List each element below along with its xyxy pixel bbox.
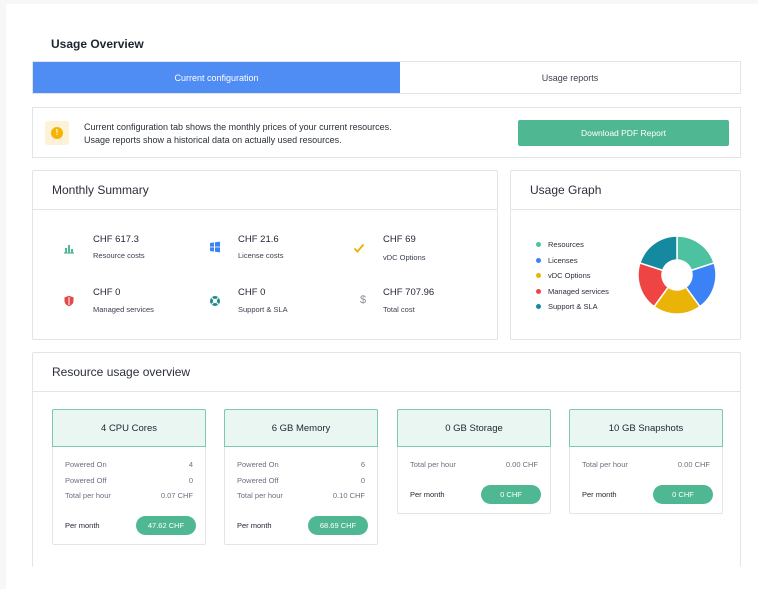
- resource-row: Total per hour 0.00 CHF: [570, 457, 722, 473]
- info-line-2: Usage reports show a historical data on …: [84, 134, 342, 145]
- summary-value: CHF 69: [383, 234, 416, 245]
- resource-row: Powered Off 0: [225, 473, 377, 489]
- row-value: 0: [360, 475, 365, 485]
- row-label: Total per hour: [582, 460, 628, 470]
- resource-card-title: 0 GB Storage: [397, 409, 551, 447]
- tab-current-configuration[interactable]: Current configuration: [33, 62, 400, 93]
- lifebuoy-icon: [210, 296, 220, 306]
- resource-card-cpu: 4 CPU Cores Powered On 4 Powered Off 0 Tot…: [52, 409, 206, 545]
- row-label: Powered On: [65, 460, 107, 470]
- legend-item: Resources: [536, 240, 609, 256]
- row-label: Powered Off: [65, 475, 107, 485]
- row-label: Total per hour: [237, 491, 283, 501]
- resource-usage-card: Resource usage overview 4 CPU Cores Powe…: [32, 352, 741, 567]
- row-label: Total per hour: [65, 491, 111, 501]
- resource-row: Powered On 6: [225, 457, 377, 473]
- usage-graph-title: Usage Graph: [511, 171, 740, 210]
- summary-value: CHF 21.6: [238, 234, 279, 245]
- legend-label: Licenses: [548, 255, 578, 265]
- per-month-label: Per month: [410, 490, 445, 499]
- summary-value: CHF 617.3: [93, 234, 139, 245]
- shield-icon: [64, 295, 74, 307]
- legend-label: Managed services: [548, 286, 609, 296]
- resource-card-title: 10 GB Snapshots: [569, 409, 723, 447]
- legend-dot: [536, 288, 541, 294]
- row-label: Total per hour: [410, 460, 456, 470]
- legend-label: vDC Options: [548, 271, 591, 280]
- resource-card-storage: 0 GB Storage Total per hour 0.00 CHF Per …: [397, 409, 551, 514]
- resource-row: Total per hour 0.07 CHF: [53, 488, 205, 504]
- info-banner: ! Current configuration tab shows the mo…: [32, 107, 741, 158]
- resource-usage-title: Resource usage overview: [33, 353, 740, 392]
- graph-legend: Resources Licenses vDC Options Managed s…: [536, 240, 609, 318]
- per-month-row: Per month 68.69 CHF: [225, 514, 377, 538]
- donut-slice-support-sla: [638, 235, 678, 272]
- per-month-pill[interactable]: 68.69 CHF: [308, 516, 368, 535]
- summary-value: CHF 0: [238, 287, 266, 298]
- resource-row: Powered Off 0: [53, 473, 205, 489]
- resource-card-snapshots: 10 GB Snapshots Total per hour 0.00 CHF P…: [569, 409, 723, 514]
- usage-graph-card: Usage Graph Resources Licenses vDC Optio…: [510, 170, 741, 340]
- per-month-pill[interactable]: 0 CHF: [481, 485, 541, 504]
- info-line-1: Current configuration tab shows the mont…: [84, 122, 392, 132]
- resource-row: Total per hour 0.00 CHF: [398, 457, 550, 473]
- resource-card-title: 6 GB Memory: [224, 409, 378, 447]
- legend-dot: [536, 273, 541, 278]
- legend-item: Managed services: [536, 287, 609, 303]
- row-value: 0.10 CHF: [332, 491, 365, 501]
- row-label: Powered On: [237, 460, 279, 470]
- summary-label: Resource costs: [93, 251, 145, 260]
- summary-value: CHF 707.96: [383, 287, 435, 298]
- row-value: 0: [188, 475, 193, 485]
- monthly-summary-card: Monthly Summary CHF 617.3 Resource costs…: [32, 170, 498, 340]
- row-value: 0.07 CHF: [160, 491, 193, 501]
- legend-label: Resources: [548, 240, 584, 249]
- usage-donut-chart: [637, 235, 717, 315]
- resource-card-memory: 6 GB Memory Powered On 6 Powered Off 0 Tot…: [224, 409, 378, 545]
- dollar-icon: $: [359, 294, 367, 306]
- legend-dot: [536, 257, 541, 263]
- per-month-label: Per month: [582, 490, 617, 499]
- legend-label: Support & SLA: [548, 302, 598, 311]
- row-value: 6: [360, 460, 365, 470]
- legend-dot: [536, 242, 541, 247]
- per-month-row: Per month 47.62 CHF: [53, 514, 205, 538]
- windows-icon: [210, 241, 220, 253]
- row-value: 0.00 CHF: [505, 460, 538, 470]
- tab-bar: Current configuration Usage reports: [32, 61, 741, 94]
- row-value: 4: [188, 460, 193, 470]
- row-label: Powered Off: [237, 475, 279, 485]
- summary-value: CHF 0: [93, 287, 121, 298]
- resource-card-title: 4 CPU Cores: [52, 409, 206, 447]
- per-month-row: Per month 0 CHF: [398, 483, 550, 507]
- info-icon: !: [51, 127, 63, 139]
- download-pdf-button[interactable]: Download PDF Report: [518, 120, 729, 146]
- per-month-row: Per month 0 CHF: [570, 483, 722, 507]
- summary-label: Managed services: [93, 305, 154, 314]
- info-icon-wrapper: !: [45, 121, 69, 145]
- check-icon: [353, 243, 365, 253]
- info-text: Current configuration tab shows the mont…: [84, 121, 392, 146]
- row-value: 0.00 CHF: [677, 460, 710, 470]
- resource-row: Powered On 4: [53, 457, 205, 473]
- summary-label: Support & SLA: [238, 305, 288, 314]
- legend-item: vDC Options: [536, 271, 609, 287]
- resource-row: Total per hour 0.10 CHF: [225, 488, 377, 504]
- legend-item: Support & SLA: [536, 302, 609, 318]
- legend-item: Licenses: [536, 256, 609, 272]
- per-month-pill[interactable]: 47.62 CHF: [136, 516, 196, 535]
- summary-label: Total cost: [383, 305, 415, 314]
- tab-usage-reports[interactable]: Usage reports: [400, 62, 740, 93]
- page-title: Usage Overview: [51, 37, 144, 51]
- summary-label: License costs: [238, 251, 284, 260]
- legend-dot: [536, 304, 541, 309]
- per-month-label: Per month: [65, 521, 100, 530]
- bar-chart-icon: [64, 245, 74, 254]
- per-month-pill[interactable]: 0 CHF: [653, 485, 713, 504]
- summary-label: vDC Options: [383, 253, 426, 262]
- monthly-summary-title: Monthly Summary: [33, 171, 497, 210]
- per-month-label: Per month: [237, 521, 272, 530]
